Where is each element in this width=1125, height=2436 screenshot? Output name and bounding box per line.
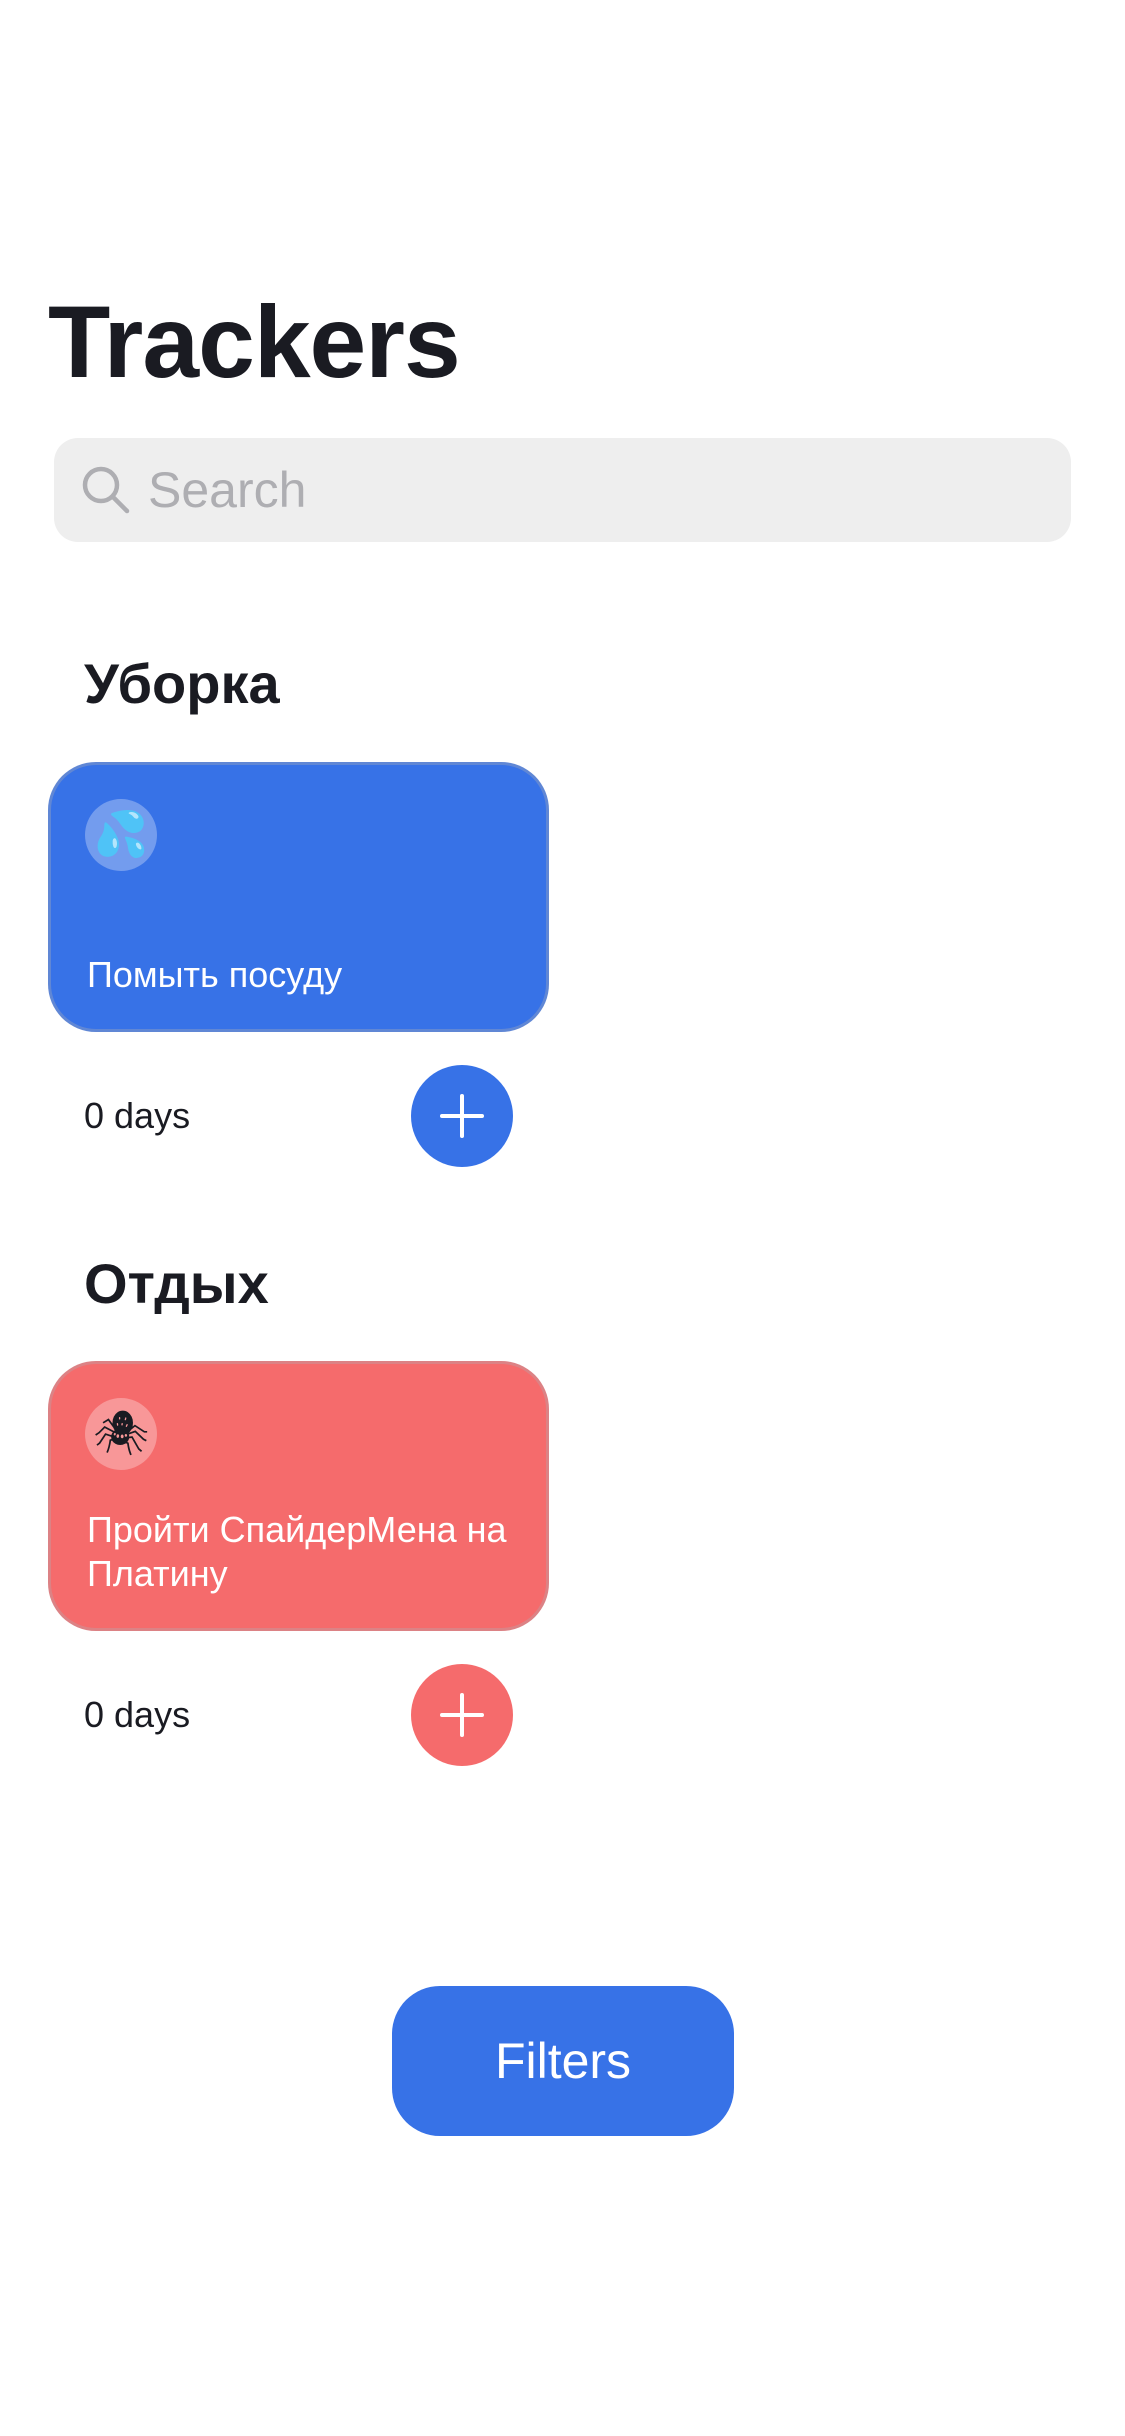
complete-tracker-button[interactable] [411,1065,513,1167]
search-bar[interactable] [54,438,1071,542]
tracker-days-count: 0 days [84,1095,191,1136]
tracker-card[interactable]: 🕷 Пройти СпайдерМена на Платину [48,1361,549,1631]
sweat-droplets-icon: 💦 [85,799,157,871]
search-input[interactable] [148,450,1028,530]
tracker-name: Пройти СпайдерМена на Платину [87,1509,507,1594]
spider-icon: 🕷 [85,1398,157,1470]
tracker-days-count: 0 days [84,1694,191,1735]
plus-icon [440,1693,484,1737]
complete-tracker-button[interactable] [411,1664,513,1766]
search-icon [78,462,134,518]
page-title: Trackers [48,285,461,399]
tracker-card[interactable]: 💦 Помыть посуду [48,762,549,1032]
category-title-rest: Отдых [84,1252,269,1315]
plus-icon [440,1094,484,1138]
filters-button[interactable]: Filters [392,1986,734,2136]
category-title-cleaning: Уборка [84,652,280,715]
tracker-name: Помыть посуду [87,954,343,995]
